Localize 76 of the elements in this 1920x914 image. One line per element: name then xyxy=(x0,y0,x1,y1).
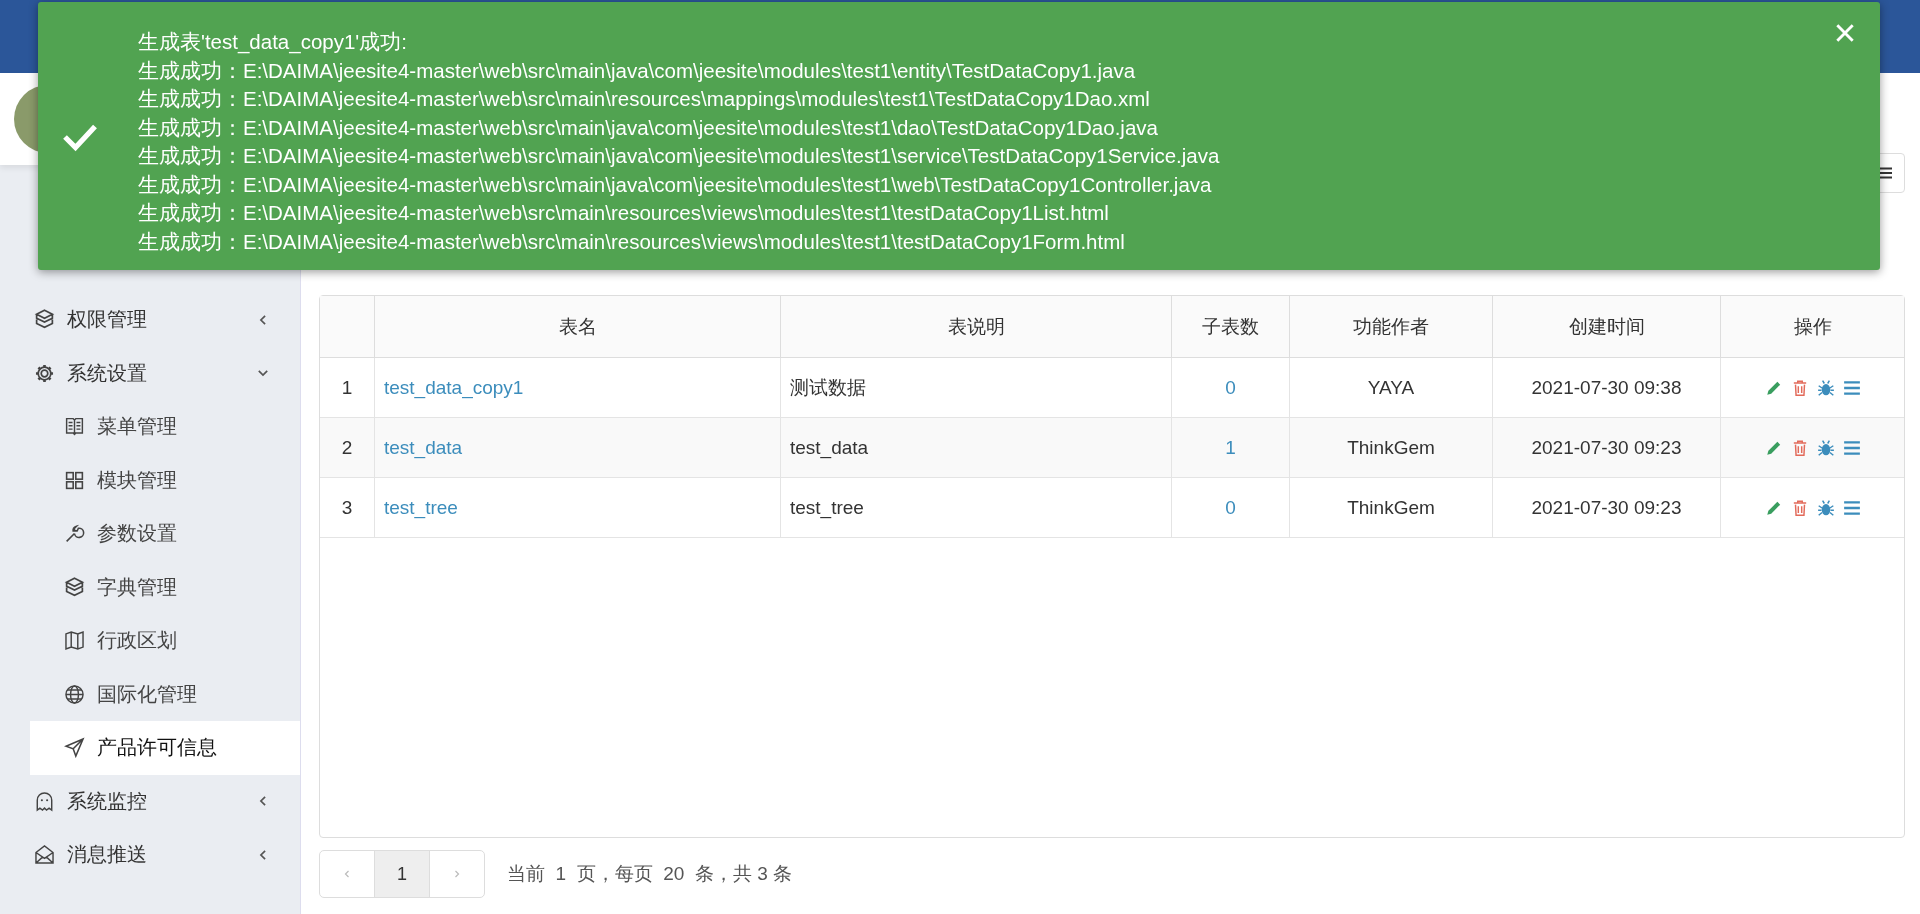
submenu-label: 行政区划 xyxy=(97,628,177,654)
chevron-left-icon xyxy=(342,869,352,879)
column-header: 表说明 xyxy=(780,296,1172,358)
toast-message: 生成成功：E:\DAIMA\jeesite4-master\web\src\main\java\com\jeesite\modules\test1\web\TestDataCopy1Controller.java xyxy=(138,171,1213,198)
cubes-icon xyxy=(34,309,55,331)
toast-message: 生成成功：E:\DAIMA\jeesite4-master\web\src\main\resources\views\modules\test1\testDataCopy1Form.html xyxy=(138,228,1126,255)
menu-item[interactable]: 消息推送 xyxy=(67,841,256,869)
column-header: 操作 xyxy=(1720,296,1904,358)
table-link[interactable]: 0 xyxy=(1225,376,1236,398)
toast-message: 生成成功：E:\DAIMA\jeesite4-master\web\src\main\java\com\jeesite\modules\test1\entity\TestDataCopy1.java xyxy=(138,57,1137,84)
table-link[interactable]: test_tree xyxy=(384,496,458,518)
table-link[interactable]: test_data_copy1 xyxy=(384,376,524,398)
submenu-item[interactable]: 国际化管理 xyxy=(30,667,300,721)
pencil-icon[interactable] xyxy=(1764,499,1783,518)
submenu-label: 字典管理 xyxy=(97,574,177,600)
page-button[interactable]: 1 xyxy=(375,851,430,897)
toast-title: 生成表'test_data_copy1'成功: xyxy=(138,29,408,56)
submenu-label: 产品许可信息 xyxy=(97,735,217,761)
submenu-item[interactable]: 参数设置 xyxy=(30,507,300,561)
table-cell: ThinkGem xyxy=(1347,436,1435,458)
submenu-item[interactable]: 菜单管理 xyxy=(30,400,300,454)
submenu-label: 菜单管理 xyxy=(97,414,177,440)
submenu-label: 模块管理 xyxy=(97,467,177,493)
toast-message: 生成成功：E:\DAIMA\jeesite4-master\web\src\main\java\com\jeesite\modules\test1\service\TestDataCopy1Service.java xyxy=(138,143,1221,169)
column-header: 子表数 xyxy=(1171,296,1290,358)
submenu-label: 国际化管理 xyxy=(97,681,197,707)
bug-icon[interactable] xyxy=(1816,379,1835,398)
pencil-icon[interactable] xyxy=(1764,439,1783,458)
submenu-item[interactable]: 字典管理 xyxy=(30,560,300,614)
table-cell: YAYA xyxy=(1367,376,1415,398)
row-number: 1 xyxy=(320,357,375,418)
close-icon[interactable] xyxy=(1834,22,1856,44)
column-header: 表名 xyxy=(374,296,781,358)
menu-item[interactable]: 系统监控 xyxy=(67,787,256,815)
book-icon xyxy=(64,416,85,438)
list-icon[interactable] xyxy=(1842,499,1861,518)
list-icon[interactable] xyxy=(1842,439,1861,458)
ghost-icon xyxy=(34,790,55,812)
row-number: 2 xyxy=(320,417,375,478)
submenu-item[interactable]: 产品许可信息 xyxy=(30,721,300,775)
menu-icon xyxy=(1878,167,1892,179)
globe-icon xyxy=(64,683,85,705)
toast-message: 生成成功：E:\DAIMA\jeesite4-master\web\src\main\resources\mappings\modules\test1\TestDataCopy1Dao.xml xyxy=(138,86,1151,112)
checkmark-icon xyxy=(62,122,98,152)
chevron-right-icon xyxy=(452,869,462,879)
submenu-item[interactable]: 行政区划 xyxy=(30,614,300,668)
table-cell: 2021-07-30 09:23 xyxy=(1531,496,1682,518)
gear-icon xyxy=(34,362,55,384)
toast-message: 生成成功：E:\DAIMA\jeesite4-master\web\src\main\resources\views\modules\test1\testDataCopy1List.html xyxy=(138,200,1110,226)
toast-message: 生成成功：E:\DAIMA\jeesite4-master\web\src\main\java\com\jeesite\modules\test1\dao\TestDataCopy1Dao.java xyxy=(138,114,1159,141)
table-cell: ThinkGem xyxy=(1347,496,1435,518)
map-icon xyxy=(64,630,85,652)
paper-plane-icon xyxy=(64,737,85,759)
table-cell: 测试数据 xyxy=(790,376,866,398)
column-header: 功能作者 xyxy=(1289,296,1493,358)
wrench-icon xyxy=(64,523,85,545)
table-link[interactable]: 1 xyxy=(1225,436,1236,458)
column-header: 创建时间 xyxy=(1492,296,1721,358)
table-cell: test_data xyxy=(790,436,869,458)
table-cell: 2021-07-30 09:38 xyxy=(1531,376,1682,398)
envelope-icon xyxy=(34,844,55,866)
bug-icon[interactable] xyxy=(1816,499,1835,518)
table-link[interactable]: 0 xyxy=(1225,496,1236,518)
bug-icon[interactable] xyxy=(1816,439,1835,458)
cubes-icon xyxy=(64,576,85,598)
table-cell: test_tree xyxy=(790,496,864,518)
pencil-icon[interactable] xyxy=(1764,379,1783,398)
table-cell: 2021-07-30 09:23 xyxy=(1531,436,1682,458)
row-number: 3 xyxy=(320,477,375,538)
grid-icon xyxy=(64,469,85,491)
page-summary: 当前 1 页，每页 20 条，共 3 条 xyxy=(507,862,793,886)
menu-item[interactable]: 系统设置 xyxy=(67,359,256,387)
submenu-label: 参数设置 xyxy=(97,521,177,547)
submenu-item[interactable]: 模块管理 xyxy=(30,453,300,507)
list-icon[interactable] xyxy=(1842,379,1861,398)
menu-item[interactable]: 权限管理 xyxy=(67,306,256,334)
